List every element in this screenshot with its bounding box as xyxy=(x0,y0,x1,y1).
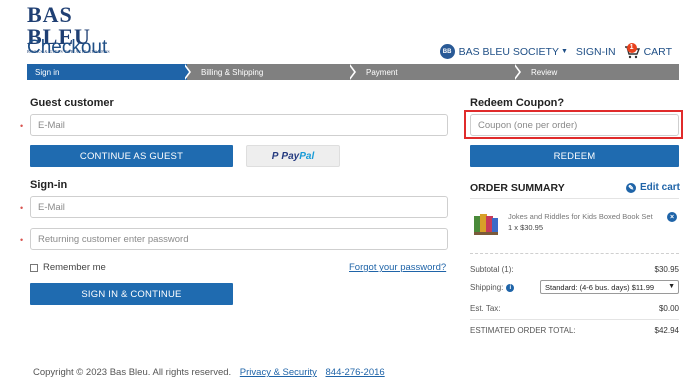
cart-count-badge: 1 xyxy=(626,42,637,53)
step-separator-fill xyxy=(513,64,519,80)
signin-email-input[interactable]: E-Mail xyxy=(30,196,448,218)
total-value: $42.94 xyxy=(654,326,679,335)
guest-heading: Guest customer xyxy=(30,97,114,109)
cart-link[interactable]: 1 CART xyxy=(624,42,672,59)
tax-label: Est. Tax: xyxy=(470,304,501,313)
shipping-option: Standard: (4-6 bus. days) $11.99 xyxy=(545,282,655,292)
cart-icon: 1 xyxy=(624,42,640,59)
step-label: Billing & Shipping xyxy=(201,67,264,77)
step-label: Payment xyxy=(366,67,398,77)
subtotal-value: $30.95 xyxy=(654,265,679,274)
shipping-label: Shipping: xyxy=(470,283,504,292)
divider xyxy=(470,198,679,199)
top-nav: BB BAS BLEU SOCIETY ▼ SIGN-IN 1 CART xyxy=(439,42,672,59)
guest-email-input[interactable]: E-Mail xyxy=(30,114,448,136)
step-separator-fill xyxy=(348,64,354,80)
signin-link[interactable]: SIGN-IN xyxy=(576,46,616,58)
cart-label: CART xyxy=(643,45,672,58)
society-menu[interactable]: BAS BLEU SOCIETY xyxy=(459,46,559,58)
checkout-steps: Sign in Billing & Shipping Payment Revie… xyxy=(27,64,679,80)
paypal-pay-text: Pay xyxy=(281,150,300,162)
phone-link[interactable]: 844-276-2016 xyxy=(326,367,385,378)
edit-cart-label: Edit cart xyxy=(640,182,681,193)
required-marker: • xyxy=(20,121,24,131)
privacy-link[interactable]: Privacy & Security xyxy=(240,367,317,378)
required-marker: • xyxy=(20,203,24,213)
subtotal-label: Subtotal (1): xyxy=(470,265,514,274)
paypal-button[interactable]: P Pay Pal xyxy=(246,145,340,167)
paypal-pal-text: Pal xyxy=(299,150,315,162)
remember-me[interactable]: Remember me xyxy=(30,262,106,273)
shipping-select[interactable]: Standard: (4-6 bus. days) $11.99 ▼ xyxy=(540,280,679,294)
remember-me-checkbox[interactable] xyxy=(30,263,38,272)
signin-heading: Sign-in xyxy=(30,179,68,191)
page-title: Checkout xyxy=(27,37,108,58)
footer: Copyright © 2023 Bas Bleu. All rights re… xyxy=(33,367,385,378)
signin-continue-button[interactable]: SIGN IN & CONTINUE xyxy=(30,283,233,305)
item-name: Jokes and Riddles for Kids Boxed Book Se… xyxy=(508,212,653,221)
divider xyxy=(470,253,679,254)
product-thumbnail[interactable] xyxy=(472,210,500,238)
pencil-icon: ✎ xyxy=(626,182,636,193)
order-summary-heading: ORDER SUMMARY xyxy=(470,182,565,194)
required-marker: • xyxy=(20,235,24,245)
chevron-down-icon[interactable]: ▼ xyxy=(561,48,568,55)
step-payment: Payment xyxy=(352,64,521,80)
divider xyxy=(470,319,679,320)
redeem-button[interactable]: REDEEM xyxy=(470,145,679,167)
forgot-password-link[interactable]: Forgot your password? xyxy=(349,262,446,273)
shipping-label-wrap: Shipping: i xyxy=(470,283,515,292)
step-separator-fill xyxy=(183,64,189,80)
step-label: Sign in xyxy=(35,67,60,77)
total-label: ESTIMATED ORDER TOTAL: xyxy=(470,326,576,335)
tax-value: $0.00 xyxy=(658,304,679,313)
step-sign-in: Sign in xyxy=(27,64,191,80)
remember-me-label: Remember me xyxy=(43,262,106,273)
password-input[interactable]: Returning customer enter password xyxy=(30,228,448,250)
step-billing-shipping: Billing & Shipping xyxy=(187,64,356,80)
remove-item-icon[interactable]: × xyxy=(667,212,677,222)
coupon-heading: Redeem Coupon? xyxy=(470,97,565,109)
continue-as-guest-button[interactable]: CONTINUE AS GUEST xyxy=(30,145,233,167)
society-logo-icon: BB xyxy=(439,44,455,59)
copyright-text: Copyright © 2023 Bas Bleu. All rights re… xyxy=(33,367,232,378)
edit-cart-link[interactable]: ✎ Edit cart xyxy=(626,182,680,193)
chevron-down-icon: ▼ xyxy=(668,283,675,290)
step-review: Review xyxy=(517,64,679,80)
step-label: Review xyxy=(531,67,558,77)
coupon-input[interactable]: Coupon (one per order) xyxy=(470,114,679,136)
info-icon[interactable]: i xyxy=(506,283,515,292)
paypal-icon: P xyxy=(271,150,279,162)
item-qty-price: 1 x $30.95 xyxy=(508,223,544,232)
